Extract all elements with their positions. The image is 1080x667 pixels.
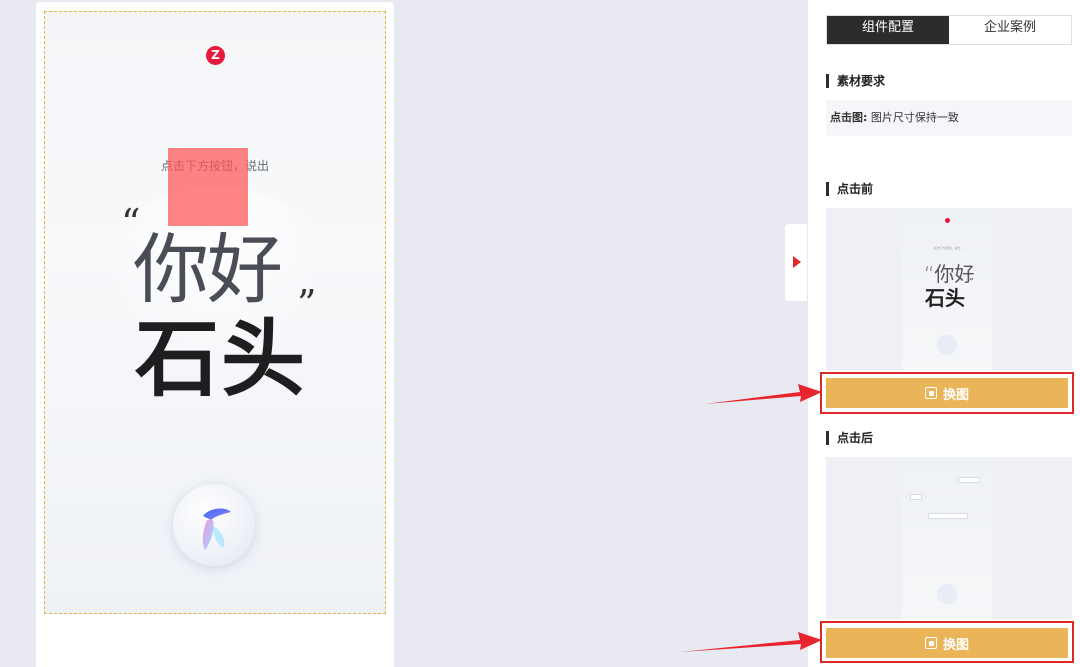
voice-button[interactable]: [173, 484, 255, 566]
swap-image-button-before[interactable]: 换图: [826, 378, 1068, 408]
thumbnail-close-quote: ”: [969, 278, 974, 288]
greeting-line-2: 石头: [135, 310, 308, 408]
swap-image-button-after[interactable]: 换图: [826, 628, 1068, 658]
config-panel: 组件配置 企业案例 素材要求 点击图: 图片尺寸保持一致 点击前 点击下方按钮，…: [808, 0, 1080, 667]
thumbnail-line-2: 石头: [925, 286, 965, 310]
material-requirements-title: 素材要求: [826, 74, 885, 88]
arrow-to-before-button: [705, 384, 822, 404]
thumbnail-phone: 点击下方按钮，说出 “你好 石头 ”: [902, 208, 992, 370]
tab-component-config[interactable]: 组件配置: [827, 16, 949, 44]
thumbnail-hint: 点击下方按钮，说出: [933, 246, 961, 250]
swap-button-label: 换图: [942, 387, 969, 403]
phone-preview: Z 点击下方按钮，说出 “ 你好 石头 ”: [44, 11, 386, 614]
tab-enterprise-cases[interactable]: 企业案例: [949, 16, 1071, 44]
requirement-box: 点击图: 图片尺寸保持一致: [826, 100, 1072, 136]
thumbnail-logo-icon: [945, 218, 950, 223]
swap-button-label: 换图: [942, 637, 969, 653]
chat-bubble: [910, 494, 922, 500]
before-click-title: 点击前: [826, 182, 873, 196]
close-quote-mark: ”: [297, 282, 317, 326]
after-click-thumbnail[interactable]: [826, 457, 1072, 619]
before-click-thumbnail[interactable]: 点击下方按钮，说出 “你好 石头 ”: [826, 208, 1072, 370]
requirement-value: 图片尺寸保持一致: [870, 111, 959, 124]
requirement-label: 点击图:: [830, 111, 868, 124]
brand-logo-icon: Z: [206, 46, 225, 65]
caret-right-icon: [793, 256, 801, 268]
image-swap-icon: [924, 387, 937, 399]
thumbnail-voice-icon: [937, 335, 957, 355]
chat-bubble: [928, 513, 968, 519]
thumbnail-voice-icon: [937, 584, 957, 604]
arrow-to-after-button: [680, 632, 822, 652]
chat-bubble: [958, 477, 980, 483]
panel-collapse-toggle[interactable]: [785, 224, 807, 301]
image-swap-icon: [924, 637, 937, 649]
voice-assistant-icon: [202, 508, 231, 550]
panel-tabs: 组件配置 企业案例: [826, 15, 1072, 45]
thumbnail-phone-after: [902, 457, 992, 619]
after-click-title: 点击后: [826, 431, 873, 445]
